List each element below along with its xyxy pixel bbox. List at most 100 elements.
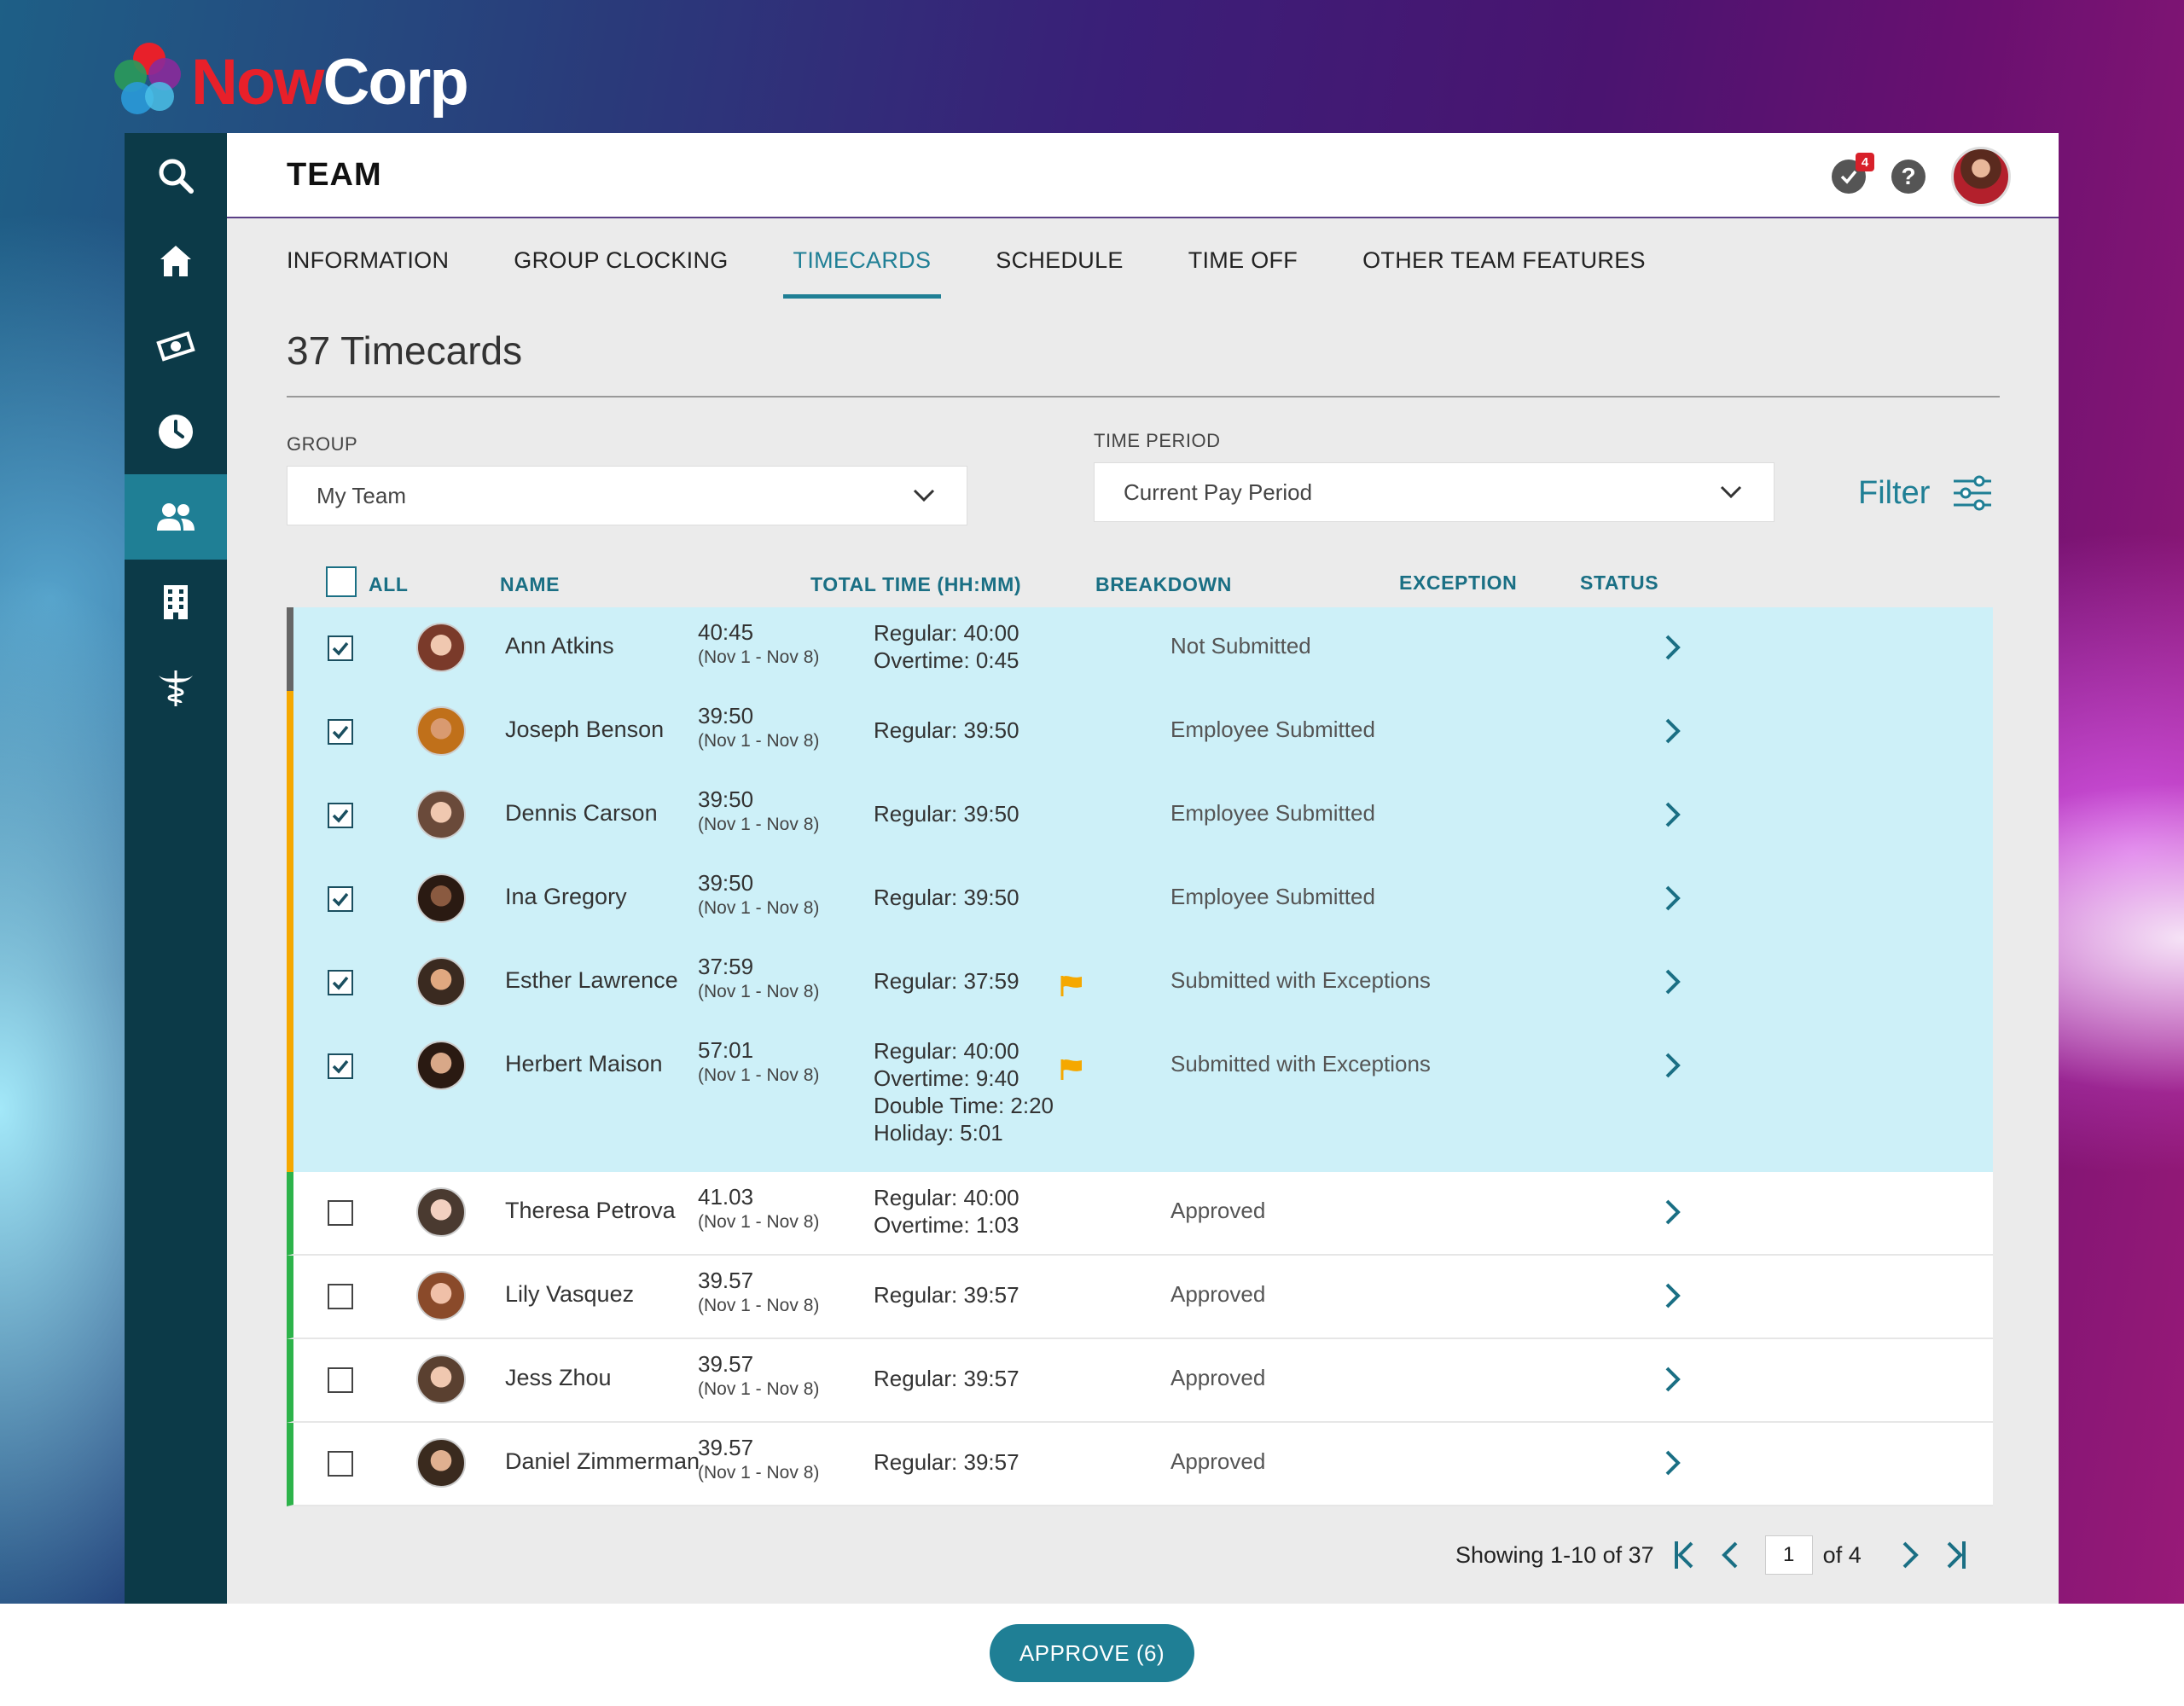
header-total-time[interactable]: TOTAL TIME (HH:MM): [810, 573, 1021, 596]
header-exception[interactable]: EXCEPTION: [1399, 572, 1517, 595]
breakdown-line: Regular: 40:00: [874, 620, 1019, 646]
first-page-button[interactable]: [1673, 1540, 1695, 1570]
table-row[interactable]: Joseph Benson 39:50 (Nov 1 - Nov 8) Regular…: [287, 691, 1993, 775]
status-text: Approved: [1170, 1448, 1266, 1474]
total-time: 57:01 (Nov 1 - Nov 8): [698, 1037, 819, 1088]
table-row[interactable]: Theresa Petrova 41.03 (Nov 1 - Nov 8) Regul…: [287, 1172, 1993, 1256]
employee-name[interactable]: Ann Atkins: [505, 633, 614, 659]
table-row[interactable]: Dennis Carson 39:50 (Nov 1 - Nov 8) Regular…: [287, 775, 1993, 858]
page-number-input[interactable]: 1: [1764, 1535, 1813, 1575]
table-row[interactable]: Ina Gregory 39:50 (Nov 1 - Nov 8) Regular: …: [287, 858, 1993, 942]
main-panel: TEAM 4 ? INFORMATION GROUP CLOCKING TIME…: [227, 133, 2059, 1604]
table-row[interactable]: Daniel Zimmerman 39.57 (Nov 1 - Nov 8) Regu…: [287, 1423, 1993, 1506]
approve-button[interactable]: APPROVE (6): [990, 1624, 1194, 1682]
tab-timecards[interactable]: TIMECARDS: [782, 247, 941, 299]
page-total: of 4: [1822, 1541, 1862, 1568]
sidebar-item-pay[interactable]: [125, 304, 227, 389]
select-all-checkbox[interactable]: [326, 566, 357, 597]
row-open-chevron-right-icon[interactable]: [1664, 1365, 1682, 1398]
employee-name[interactable]: Ina Gregory: [505, 884, 627, 910]
row-checkbox[interactable]: [328, 1053, 353, 1079]
header-name[interactable]: NAME: [500, 573, 560, 596]
next-page-button[interactable]: [1901, 1540, 1920, 1570]
row-open-chevron-right-icon[interactable]: [1664, 633, 1682, 666]
pagination: Showing 1-10 of 37 1 of 4: [1455, 1535, 1967, 1575]
row-open-chevron-right-icon[interactable]: [1664, 1448, 1682, 1482]
row-open-chevron-right-icon[interactable]: [1664, 1051, 1682, 1084]
sidebar-item-company[interactable]: [125, 560, 227, 645]
status-text: Submitted with Exceptions: [1170, 1051, 1431, 1076]
header-status[interactable]: STATUS: [1580, 572, 1658, 595]
row-open-chevron-right-icon[interactable]: [1664, 1198, 1682, 1231]
tab-time-off[interactable]: TIME OFF: [1188, 247, 1298, 299]
sidebar-item-home[interactable]: [125, 218, 227, 304]
employee-name[interactable]: Daniel Zimmerman: [505, 1448, 700, 1475]
row-open-chevron-right-icon[interactable]: [1664, 884, 1682, 917]
table-row[interactable]: Ann Atkins 40:45 (Nov 1 - Nov 8) Regular: 4…: [287, 607, 1993, 691]
date-range: (Nov 1 - Nov 8): [698, 1379, 820, 1399]
header-breakdown[interactable]: BREAKDOWN: [1095, 573, 1232, 596]
employee-avatar: [416, 790, 466, 839]
time-period-label: TIME PERIOD: [1094, 430, 1221, 451]
checkmark-icon: [332, 976, 349, 990]
row-open-chevron-right-icon[interactable]: [1664, 717, 1682, 750]
nowcorp-logo: NowCorp: [109, 39, 469, 125]
prev-page-button[interactable]: [1721, 1540, 1740, 1570]
group-select[interactable]: My Team: [287, 466, 967, 525]
employee-avatar: [416, 1041, 466, 1090]
employee-name[interactable]: Joseph Benson: [505, 717, 664, 743]
employee-avatar: [416, 1355, 466, 1404]
row-checkbox[interactable]: [328, 886, 353, 912]
row-checkbox[interactable]: [328, 635, 353, 661]
tab-information[interactable]: INFORMATION: [287, 247, 449, 299]
row-open-chevron-right-icon[interactable]: [1664, 967, 1682, 1001]
row-open-chevron-right-icon[interactable]: [1664, 800, 1682, 833]
total-time-value: 41.03: [698, 1184, 754, 1210]
tab-group-clocking[interactable]: GROUP CLOCKING: [514, 247, 728, 299]
total-time-value: 39.57: [698, 1435, 754, 1460]
table-row[interactable]: Jess Zhou 39.57 (Nov 1 - Nov 8) Regular: 39…: [287, 1339, 1993, 1423]
last-page-button[interactable]: [1945, 1540, 1967, 1570]
notification-badge: 4: [1856, 153, 1874, 171]
total-time: 39:50 (Nov 1 - Nov 8): [698, 703, 819, 754]
breakdown: Regular: 39:50: [874, 717, 1019, 744]
notifications-button[interactable]: 4: [1832, 153, 1874, 194]
group-select-value: My Team: [317, 482, 406, 508]
sidebar-item-team[interactable]: [125, 474, 227, 560]
row-checkbox[interactable]: [328, 1284, 353, 1309]
employee-name[interactable]: Lily Vasquez: [505, 1281, 634, 1308]
sidebar-item-time[interactable]: [125, 389, 227, 474]
row-checkbox[interactable]: [328, 1200, 353, 1226]
status-text: Not Submitted: [1170, 633, 1311, 659]
row-checkbox[interactable]: [328, 719, 353, 745]
user-avatar[interactable]: [1951, 147, 2011, 206]
row-checkbox[interactable]: [328, 1367, 353, 1393]
row-checkbox[interactable]: [328, 1451, 353, 1477]
tab-schedule[interactable]: SCHEDULE: [996, 247, 1123, 299]
date-range: (Nov 1 - Nov 8): [698, 1065, 820, 1085]
breakdown-line: Overtime: 9:40: [874, 1065, 1019, 1091]
row-checkbox[interactable]: [328, 803, 353, 828]
employee-avatar: [416, 706, 466, 756]
total-time-value: 39:50: [698, 786, 754, 812]
help-button[interactable]: ?: [1891, 160, 1926, 194]
employee-name[interactable]: Theresa Petrova: [505, 1198, 676, 1224]
sidebar-item-benefits[interactable]: [125, 645, 227, 730]
table-row[interactable]: Herbert Maison 57:01 (Nov 1 - Nov 8) Regula…: [287, 1025, 1993, 1172]
table-row[interactable]: Esther Lawrence 37:59 (Nov 1 - Nov 8) Regul…: [287, 942, 1993, 1025]
employee-avatar: [416, 623, 466, 672]
search-icon: [159, 159, 194, 194]
filter-button[interactable]: Filter: [1858, 474, 1993, 512]
employee-name[interactable]: Jess Zhou: [505, 1365, 612, 1391]
home-icon: [160, 246, 191, 276]
row-open-chevron-right-icon[interactable]: [1664, 1281, 1682, 1314]
tab-other-team-features[interactable]: OTHER TEAM FEATURES: [1362, 247, 1646, 299]
sidebar-item-search[interactable]: [125, 133, 227, 218]
table-row[interactable]: Lily Vasquez 39.57 (Nov 1 - Nov 8) Regular:…: [287, 1256, 1993, 1339]
total-time: 41.03 (Nov 1 - Nov 8): [698, 1184, 819, 1235]
time-period-select[interactable]: Current Pay Period: [1094, 462, 1774, 522]
employee-name[interactable]: Dennis Carson: [505, 800, 658, 827]
row-checkbox[interactable]: [328, 970, 353, 995]
employee-name[interactable]: Esther Lawrence: [505, 967, 678, 994]
employee-name[interactable]: Herbert Maison: [505, 1051, 663, 1077]
